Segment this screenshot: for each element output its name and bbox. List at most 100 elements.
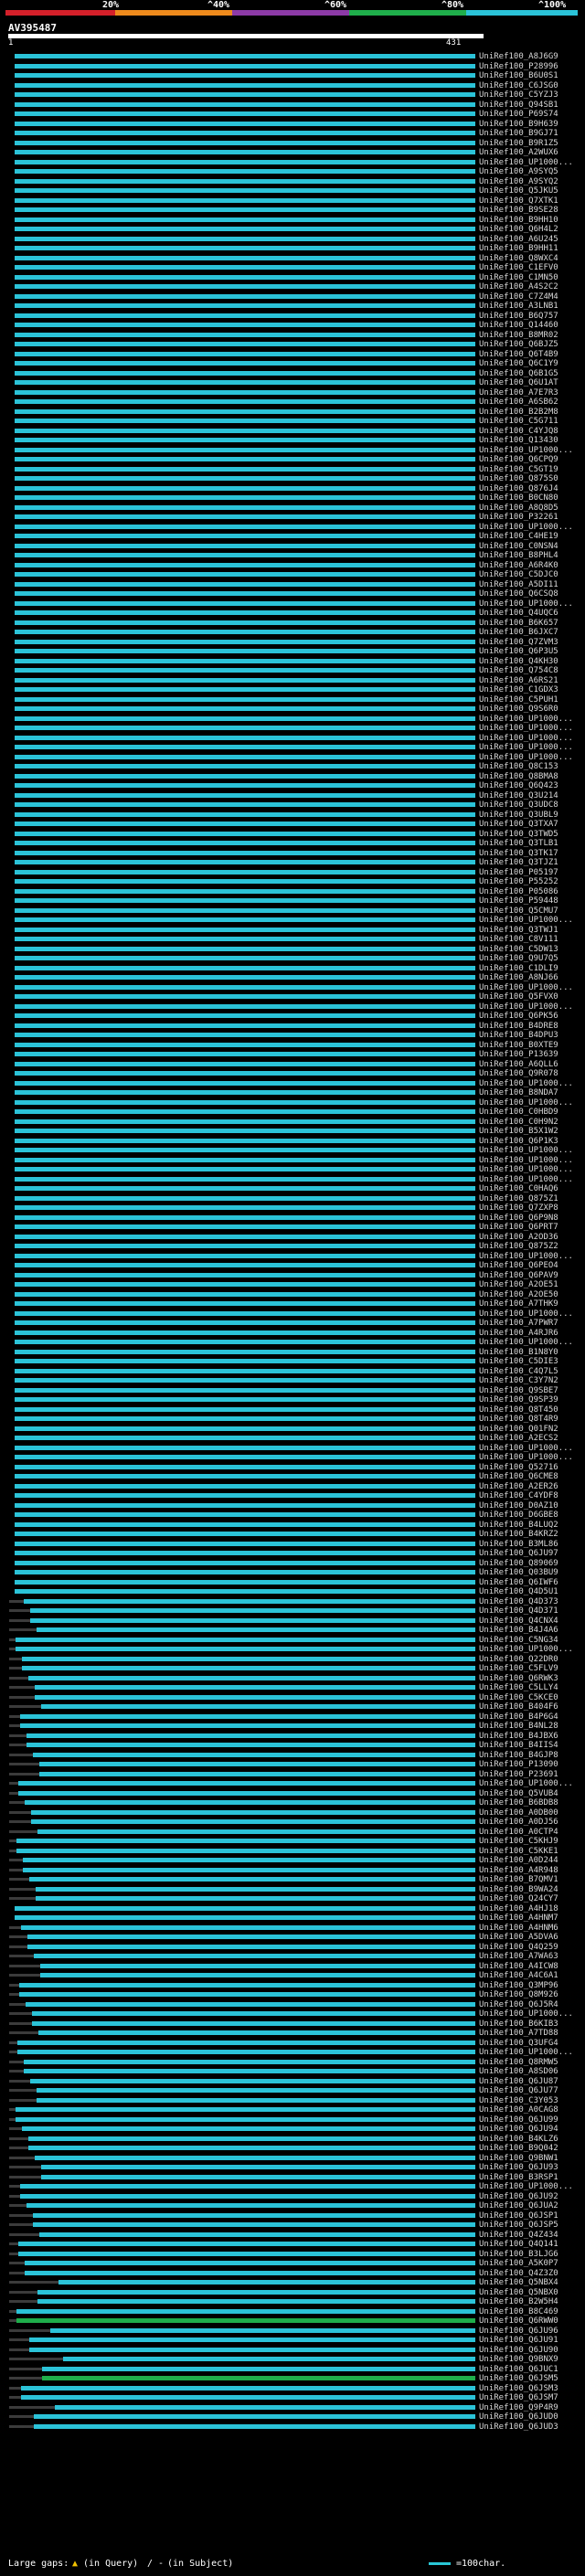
hit-label[interactable]: UniRef100_A2OD36 [479,1233,558,1242]
hit-row[interactable]: UniRef100_Q6JSP1 [0,2211,585,2221]
hit-row[interactable]: UniRef100_Q3UDC8 [0,800,585,810]
hit-row[interactable]: UniRef100_Q6PK56 [0,1012,585,1021]
hit-row[interactable]: UniRef100_Q6JSM7 [0,2393,585,2402]
hit-label[interactable]: UniRef100_Q8RMW5 [479,2058,558,2067]
hit-row[interactable]: UniRef100_Q6JU99 [0,2115,585,2125]
hit-row[interactable]: UniRef100_P23691 [0,1770,585,1779]
hit-row[interactable]: UniRef100_UP1000... [0,983,585,992]
hit-label[interactable]: UniRef100_C0HAQ6 [479,1184,558,1193]
hit-row[interactable]: UniRef100_A3LNB1 [0,302,585,311]
hit-label[interactable]: UniRef100_UP1000... [479,1146,573,1155]
hit-label[interactable]: UniRef100_Q4Q141 [479,2240,558,2249]
hit-row[interactable]: UniRef100_Q24CY7 [0,1894,585,1903]
hit-row[interactable]: UniRef100_B8NDA7 [0,1088,585,1097]
hit-label[interactable]: UniRef100_Q3U214 [479,791,558,800]
hit-label[interactable]: UniRef100_Q6JSM5 [479,2374,558,2383]
hit-label[interactable]: UniRef100_Q3TLB1 [479,839,558,848]
hit-row[interactable]: UniRef100_C4YJQ8 [0,427,585,436]
hit-row[interactable]: UniRef100_P55252 [0,877,585,886]
hit-row[interactable]: UniRef100_Q6JU92 [0,2192,585,2201]
hit-row[interactable]: UniRef100_Q22DR0 [0,1655,585,1664]
hit-label[interactable]: UniRef100_Q6JUD3 [479,2422,558,2432]
hit-row[interactable]: UniRef100_P13639 [0,1050,585,1059]
hit-label[interactable]: UniRef100_UP1000... [479,1252,573,1261]
hit-row[interactable]: UniRef100_A7WA63 [0,1952,585,1961]
hit-row[interactable]: UniRef100_C1DLI9 [0,964,585,973]
hit-row[interactable]: UniRef100_Q3U214 [0,791,585,800]
hit-label[interactable]: UniRef100_UP1000... [479,1645,573,1654]
hit-row[interactable]: UniRef100_UP1000... [0,743,585,752]
hit-row[interactable]: UniRef100_B0XTE9 [0,1041,585,1050]
hit-row[interactable]: UniRef100_Q6CME8 [0,1472,585,1481]
hit-row[interactable]: UniRef100_C4HE19 [0,532,585,541]
hit-label[interactable]: UniRef100_Q4D371 [479,1606,558,1616]
hit-row[interactable]: UniRef100_B4GJP8 [0,1751,585,1760]
hit-label[interactable]: UniRef100_A4HJ18 [479,1904,558,1913]
hit-label[interactable]: UniRef100_Q6CPQ9 [479,455,558,464]
hit-row[interactable]: UniRef100_A2ER26 [0,1482,585,1491]
hit-label[interactable]: UniRef100_Q5FVX0 [479,992,558,1002]
hit-row[interactable]: UniRef100_C5DJC0 [0,570,585,579]
hit-label[interactable]: UniRef100_Q5NBX0 [479,2288,558,2297]
hit-row[interactable]: UniRef100_UP1000... [0,1146,585,1155]
hit-label[interactable]: UniRef100_A0CTP4 [479,1828,558,1837]
hit-label[interactable]: UniRef100_B2B2M8 [479,408,558,417]
hit-label[interactable]: UniRef100_UP1000... [479,2182,573,2191]
hit-label[interactable]: UniRef100_B9HH10 [479,216,558,225]
hit-label[interactable]: UniRef100_B9SE28 [479,206,558,215]
hit-label[interactable]: UniRef100_Q7XTK1 [479,196,558,206]
hit-label[interactable]: UniRef100_A8Q8D5 [479,504,558,513]
hit-label[interactable]: UniRef100_UP1000... [479,753,573,762]
hit-label[interactable]: UniRef100_Q9U7Q5 [479,954,558,963]
hit-label[interactable]: UniRef100_C7Z4M4 [479,292,558,302]
hit-row[interactable]: UniRef100_UP1000... [0,734,585,743]
hit-label[interactable]: UniRef100_B9GJ71 [479,129,558,138]
hit-row[interactable]: UniRef100_P05086 [0,887,585,896]
hit-row[interactable]: UniRef100_Q3TWJ1 [0,926,585,935]
hit-label[interactable]: UniRef100_A5K0P7 [479,2259,558,2268]
hit-row[interactable]: UniRef100_B4JBX6 [0,1732,585,1741]
hit-label[interactable]: UniRef100_B4GJP8 [479,1751,558,1760]
hit-label[interactable]: UniRef100_Q6P9N8 [479,1214,558,1223]
hit-row[interactable]: UniRef100_C1GDX3 [0,685,585,694]
hit-label[interactable]: UniRef100_B4J4A6 [479,1626,558,1635]
hit-row[interactable]: UniRef100_A2OE50 [0,1290,585,1299]
hit-row[interactable]: UniRef100_B1N8Y0 [0,1348,585,1357]
hit-label[interactable]: UniRef100_B4DPU3 [479,1031,558,1040]
hit-row[interactable]: UniRef100_A2OD36 [0,1233,585,1242]
hit-label[interactable]: UniRef100_C1GDX3 [479,685,558,694]
hit-label[interactable]: UniRef100_Q3TWD5 [479,830,558,839]
hit-row[interactable]: UniRef100_B4P6G4 [0,1712,585,1722]
hit-row[interactable]: UniRef100_Q5FVX0 [0,992,585,1002]
hit-label[interactable]: UniRef100_P23691 [479,1770,558,1779]
hit-label[interactable]: UniRef100_P05086 [479,887,558,896]
hit-label[interactable]: UniRef100_B4DRE8 [479,1022,558,1031]
hit-label[interactable]: UniRef100_B2W5H4 [479,2297,558,2306]
hit-label[interactable]: UniRef100_Q5VUB4 [479,1789,558,1798]
hit-label[interactable]: UniRef100_Q8WXC4 [479,254,558,263]
hit-label[interactable]: UniRef100_Q6RWW0 [479,2316,558,2326]
hit-row[interactable]: UniRef100_P69S74 [0,110,585,119]
hit-row[interactable]: UniRef100_Q01FN2 [0,1425,585,1434]
hit-label[interactable]: UniRef100_UP1000... [479,2048,573,2057]
hit-label[interactable]: UniRef100_A7WA63 [479,1952,558,1961]
hit-label[interactable]: UniRef100_Q4Z434 [479,2231,558,2240]
hit-label[interactable]: UniRef100_A4ICW8 [479,1962,558,1971]
hit-label[interactable]: UniRef100_Q4D5U1 [479,1587,558,1596]
hit-row[interactable]: UniRef100_Q3TXA7 [0,820,585,829]
hit-label[interactable]: UniRef100_UP1000... [479,1453,573,1462]
hit-row[interactable]: UniRef100_Q5CMU7 [0,906,585,916]
hit-label[interactable]: UniRef100_C5KCE0 [479,1693,558,1702]
hit-row[interactable]: UniRef100_Q13430 [0,436,585,445]
hit-label[interactable]: UniRef100_P69S74 [479,110,558,119]
hit-label[interactable]: UniRef100_A4RJR6 [479,1329,558,1338]
hit-row[interactable]: UniRef100_C1EFV0 [0,263,585,272]
hit-row[interactable]: UniRef100_UP1000... [0,724,585,733]
hit-row[interactable]: UniRef100_C5YZJ3 [0,90,585,100]
hit-row[interactable]: UniRef100_Q6RWK3 [0,1674,585,1683]
hit-label[interactable]: UniRef100_A4R948 [479,1866,558,1875]
hit-label[interactable]: UniRef100_Q6RWK3 [479,1674,558,1683]
hit-row[interactable]: UniRef100_B0CN80 [0,493,585,503]
hit-row[interactable]: UniRef100_Q14460 [0,321,585,330]
hit-row[interactable]: UniRef100_Q8RMW5 [0,2058,585,2067]
